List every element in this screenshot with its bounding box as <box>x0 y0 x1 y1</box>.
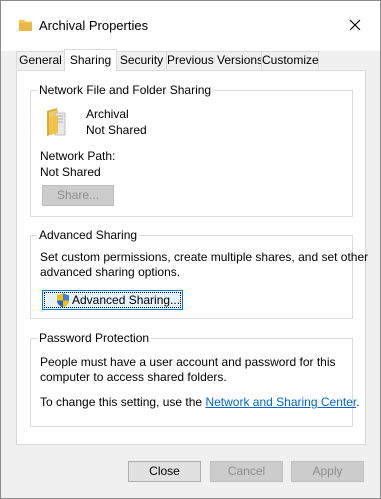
tab-general[interactable]: General <box>16 51 65 69</box>
folder-share-status: Not Shared <box>86 123 147 137</box>
close-icon[interactable] <box>342 12 368 38</box>
network-path-label: Network Path: <box>40 149 116 163</box>
tab-customize[interactable]: Customize <box>261 51 319 69</box>
advanced-sharing-description-line1: Set custom permissions, create multiple … <box>40 250 369 264</box>
tab-security[interactable]: Security <box>116 51 167 69</box>
password-protection-line2: computer to access shared folders. <box>40 370 227 384</box>
close-button[interactable]: Close <box>128 461 201 482</box>
network-sharing-group: Network File and Folder Sharing Archival… <box>30 83 353 217</box>
network-path-value: Not Shared <box>40 165 101 179</box>
advanced-sharing-group-title: Advanced Sharing <box>37 228 140 242</box>
network-sharing-center-link[interactable]: Network and Sharing Center <box>205 395 356 409</box>
shared-folder-icon <box>45 107 67 140</box>
folder-name: Archival <box>86 107 129 121</box>
advanced-sharing-description-line2: advanced sharing options. <box>40 265 181 279</box>
network-sharing-group-title: Network File and Folder Sharing <box>37 83 214 97</box>
password-protection-group-title: Password Protection <box>37 331 152 345</box>
change-setting-text: To change this setting, use the Network … <box>40 395 360 409</box>
tab-strip: General Sharing Security Previous Versio… <box>1 49 380 71</box>
apply-button[interactable]: Apply <box>291 461 364 482</box>
dialog-footer: Close Cancel Apply <box>1 445 380 498</box>
window-title: Archival Properties <box>39 18 149 33</box>
change-setting-prefix: To change this setting, use the <box>40 395 206 409</box>
folder-icon <box>19 19 33 35</box>
advanced-sharing-button[interactable]: Advanced Sharing... <box>42 290 183 310</box>
uac-shield-icon <box>56 293 70 313</box>
title-bar: Archival Properties <box>1 1 380 51</box>
change-setting-suffix: . <box>356 395 360 409</box>
share-button[interactable]: Share... <box>42 185 114 206</box>
cancel-button[interactable]: Cancel <box>210 461 283 482</box>
sharing-panel: Network File and Folder Sharing Archival… <box>16 70 368 445</box>
advanced-sharing-group: Advanced Sharing Set custom permissions,… <box>30 228 368 319</box>
tab-sharing[interactable]: Sharing <box>64 49 117 71</box>
password-protection-group: Password Protection People must have a u… <box>30 331 360 427</box>
properties-window: Archival Properties General Sharing Secu… <box>0 0 381 499</box>
tab-previous-versions[interactable]: Previous Versions <box>166 51 263 69</box>
password-protection-line1: People must have a user account and pass… <box>40 355 336 369</box>
advanced-sharing-button-label: Advanced Sharing... <box>72 293 181 307</box>
